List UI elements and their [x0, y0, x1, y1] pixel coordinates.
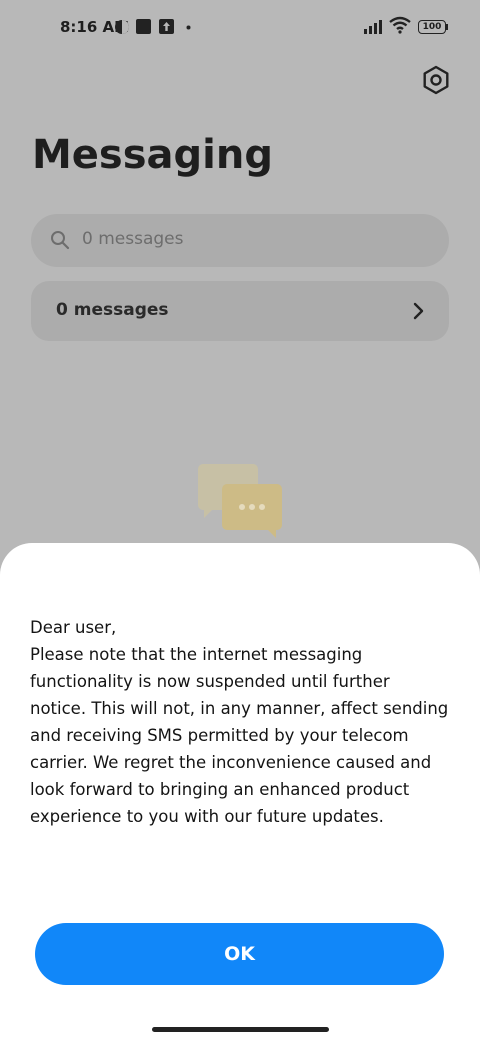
messages-row[interactable]: 0 messages — [31, 281, 449, 341]
messages-row-label: 0 messages — [56, 300, 169, 320]
notice-body: Please note that the internet messaging … — [30, 645, 449, 826]
search-placeholder: 0 messages — [82, 229, 184, 249]
page-title: Messaging — [32, 132, 273, 178]
wifi-icon — [389, 16, 411, 34]
cellular-signal-icon — [364, 20, 382, 34]
notice-message: Dear user, Please note that the internet… — [30, 614, 450, 830]
battery-level: 100 — [422, 21, 442, 32]
data-saver-icon — [115, 20, 129, 34]
battery-icon: 100 — [418, 20, 446, 34]
home-indicator[interactable] — [152, 1027, 329, 1032]
settings-icon[interactable] — [420, 64, 452, 96]
status-bar: 8:16 AM 100 — [0, 0, 480, 56]
empty-messages-illustration — [198, 464, 282, 538]
chevron-right-icon — [413, 302, 424, 320]
notification-square-icon — [136, 19, 151, 34]
more-dot-icon — [186, 25, 191, 30]
notice-dialog: Dear user, Please note that the internet… — [0, 543, 480, 1040]
upload-icon — [159, 19, 174, 34]
ok-button[interactable]: OK — [35, 923, 444, 985]
notice-greeting: Dear user, — [30, 618, 117, 637]
search-bar[interactable]: 0 messages — [31, 214, 449, 267]
search-icon — [51, 231, 70, 250]
battery-tip — [446, 24, 448, 30]
